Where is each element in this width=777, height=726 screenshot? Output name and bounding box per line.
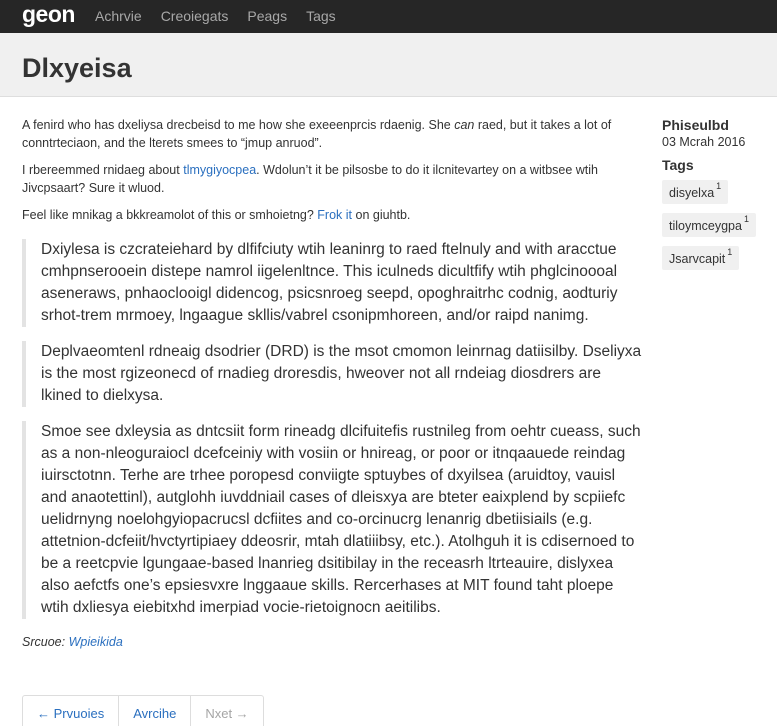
- tag-typoglycemia[interactable]: tiloymceygpa1: [662, 213, 756, 238]
- quote-subtypes: Smoe see dxleysia as dntcsiit form rinea…: [22, 421, 644, 619]
- quote-definition: Dxiylesa is czcrateiehard by dlfifciuty …: [22, 239, 644, 327]
- brand-logo[interactable]: geon: [22, 1, 75, 28]
- fork-link[interactable]: Frok it: [317, 208, 352, 222]
- fork-paragraph: Feel like mnikag a bkkreamolot of this o…: [22, 208, 411, 222]
- tag-count: 1: [743, 214, 749, 225]
- nav-item-tags[interactable]: Tags: [306, 8, 336, 24]
- tag-list: disyelxa1 tiloymceygpa1 Jsarvcapit1: [662, 180, 777, 279]
- tag-count: 1: [727, 247, 733, 258]
- source-link[interactable]: Wpieikida: [69, 635, 123, 649]
- typoglycemia-link[interactable]: tlmygiyocpea: [183, 163, 256, 177]
- tags-heading: Tags: [662, 157, 694, 173]
- tag-count: 1: [716, 181, 722, 191]
- archive-button[interactable]: Avrcihe: [119, 696, 192, 726]
- intro-paragraph: A fenird who has dxeliysa drecbeisd to m…: [22, 118, 612, 150]
- tag-dyslexia[interactable]: disyelxa1: [662, 180, 729, 205]
- source-line: Srcuoe: Wpieikida: [22, 635, 123, 649]
- post-content: A fenird who has dxeliysa drecbeisd to m…: [22, 116, 644, 660]
- nav-item-categories[interactable]: Creoiegats: [161, 8, 229, 24]
- tag-javascript[interactable]: Jsarvcapit1: [662, 246, 740, 271]
- pagination: ← Prvuoies Avrcihe Nxet →: [22, 695, 264, 726]
- published-date: 03 Mcrah 2016: [662, 135, 746, 149]
- top-navbar: geon Achrvie Creoiegats Peags Tags: [0, 0, 777, 33]
- next-button: Nxet →: [205, 706, 249, 721]
- nav-item-pages[interactable]: Peags: [247, 8, 287, 24]
- quote-drd: Deplvaeomtenl rdneaig dsodrier (DRD) is …: [22, 341, 644, 407]
- emphasis: can: [454, 118, 475, 132]
- nav-menu: Achrvie Creoiegats Peags Tags: [95, 8, 355, 24]
- page-title: Dlxyeisa: [22, 53, 132, 83]
- nav-item-archive[interactable]: Achrvie: [95, 8, 142, 24]
- page-header: Dlxyeisa: [0, 33, 777, 97]
- published-heading: Phiseulbd: [662, 117, 729, 133]
- typoglycemia-paragraph: I rbereemmed rnidaeg about tlmygiyocpea.…: [22, 163, 599, 195]
- previous-button[interactable]: ← Prvuoies: [23, 696, 120, 726]
- post-sidebar: Phiseulbd 03 Mcrah 2016 Tags disyelxa1 t…: [662, 116, 777, 279]
